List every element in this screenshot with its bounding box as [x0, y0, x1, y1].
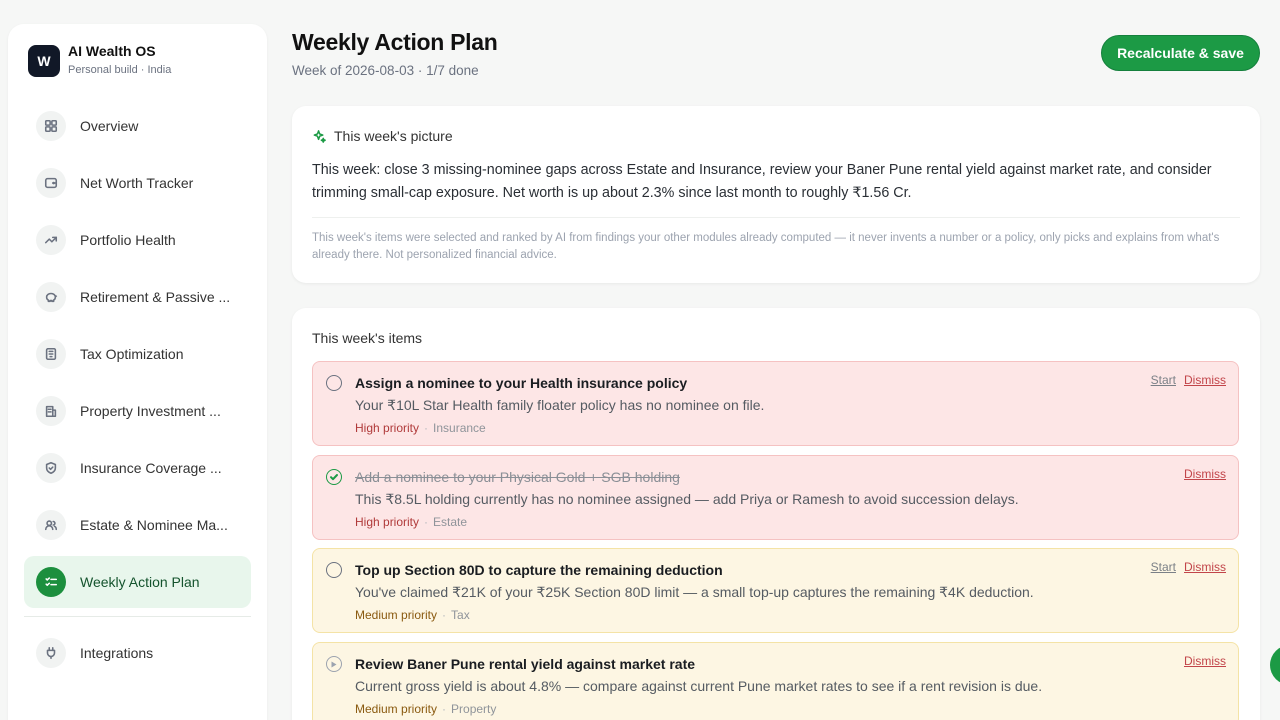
- category-label: Insurance: [433, 421, 486, 435]
- check-icon: [330, 474, 338, 481]
- sidebar-item-insurance-coverage[interactable]: Insurance Coverage ...: [24, 442, 251, 494]
- category-label: Estate: [433, 515, 468, 529]
- page-title: Weekly Action Plan: [292, 29, 498, 55]
- sidebar-item-integrations[interactable]: Integrations: [24, 627, 251, 679]
- items-section-title: This week's items: [312, 330, 423, 346]
- plug-icon: [36, 638, 66, 668]
- sidebar-item-label: Portfolio Health: [80, 232, 176, 248]
- sidebar-item-estate-nominee[interactable]: Estate & Nominee Ma...: [24, 499, 251, 551]
- item-title: Review Baner Pune rental yield against m…: [355, 656, 696, 672]
- sidebar-item-overview[interactable]: Overview: [24, 100, 251, 152]
- action-item: Top up Section 80D to capture the remain…: [312, 548, 1239, 633]
- item-title: Add a nominee to your Physical Gold + SG…: [355, 469, 680, 485]
- priority-label: Medium priority: [355, 608, 438, 622]
- item-checkbox-in-progress[interactable]: [326, 656, 342, 672]
- sidebar-item-property-investment[interactable]: Property Investment ...: [24, 385, 251, 437]
- weekly-items-card: This week's items Assign a nominee to yo…: [292, 308, 1260, 720]
- item-checkbox[interactable]: [326, 375, 342, 391]
- piggy-bank-icon: [36, 282, 66, 312]
- divider: [312, 217, 1240, 218]
- sidebar-item-weekly-action-plan[interactable]: Weekly Action Plan: [24, 556, 251, 608]
- item-description: You've claimed ₹21K of your ₹25K Section…: [355, 584, 1034, 600]
- sidebar-item-label: Integrations: [80, 645, 154, 661]
- sidebar-item-tax-optimization[interactable]: Tax Optimization: [24, 328, 251, 380]
- brand-logo: W: [28, 44, 60, 77]
- floating-action-button[interactable]: [1270, 645, 1280, 685]
- sidebar-nav: Overview Net Worth Tracker Portfolio Hea…: [24, 100, 251, 684]
- checklist-icon: [36, 567, 66, 597]
- category-label: Property: [451, 702, 497, 716]
- sidebar-item-label: Estate & Nominee Ma...: [80, 517, 228, 533]
- play-icon: [331, 661, 337, 667]
- item-description: Your ₹10L Star Health family floater pol…: [355, 397, 765, 413]
- sidebar-item-retirement[interactable]: Retirement & Passive ...: [24, 271, 251, 323]
- category-label: Tax: [451, 608, 470, 622]
- grid-icon: [36, 111, 66, 141]
- item-meta: Medium priority · Property: [355, 702, 496, 716]
- sidebar: W AI Wealth OS Personal build · India Ov…: [8, 24, 267, 720]
- picture-summary: This week: close 3 missing-nominee gaps …: [312, 162, 1212, 201]
- meta-separator: ·: [424, 421, 429, 435]
- brand: W AI Wealth OS Personal build · India: [28, 43, 171, 78]
- brand-name: AI Wealth OS: [68, 43, 156, 59]
- building-icon: [36, 396, 66, 426]
- meta-separator: ·: [442, 702, 447, 716]
- sidebar-item-label: Insurance Coverage ...: [80, 460, 222, 476]
- action-item: Add a nominee to your Physical Gold + SG…: [312, 455, 1239, 540]
- meta-separator: ·: [442, 608, 447, 622]
- sidebar-item-net-worth-tracker[interactable]: Net Worth Tracker: [24, 157, 251, 209]
- wallet-icon: [36, 168, 66, 198]
- item-title: Top up Section 80D to capture the remain…: [355, 562, 723, 578]
- recalculate-save-button[interactable]: Recalculate & save: [1101, 35, 1260, 71]
- dismiss-link[interactable]: Dismiss: [1184, 373, 1226, 387]
- priority-label: High priority: [355, 421, 420, 435]
- picture-title: This week's picture: [334, 128, 453, 144]
- item-description: Current gross yield is about 4.8% — comp…: [355, 678, 1043, 694]
- start-link[interactable]: Start: [1151, 560, 1176, 574]
- dismiss-link[interactable]: Dismiss: [1184, 467, 1226, 481]
- weekly-picture-card: This week's picture This week: close 3 m…: [292, 106, 1260, 283]
- sidebar-item-label: Net Worth Tracker: [80, 175, 194, 191]
- users-icon: [36, 510, 66, 540]
- start-link[interactable]: Start: [1151, 373, 1176, 387]
- trending-up-icon: [36, 225, 66, 255]
- action-item: Review Baner Pune rental yield against m…: [312, 642, 1239, 720]
- priority-label: Medium priority: [355, 702, 438, 716]
- sidebar-item-label: Retirement & Passive ...: [80, 289, 231, 305]
- page-subtitle: Week of 2026-08-03 · 1/7 done: [292, 63, 479, 78]
- item-description: This ₹8.5L holding currently has no nomi…: [355, 491, 1019, 507]
- nav-divider: [24, 616, 251, 617]
- item-title: Assign a nominee to your Health insuranc…: [355, 375, 688, 391]
- sparkles-icon: [313, 129, 326, 143]
- item-checkbox-done[interactable]: [326, 469, 342, 485]
- sidebar-item-label: Overview: [80, 118, 139, 134]
- item-meta: High priority · Insurance: [355, 421, 486, 435]
- brand-subtitle: Personal build · India: [68, 64, 172, 76]
- item-checkbox[interactable]: [326, 562, 342, 578]
- ai-disclaimer: This week's items were selected and rank…: [312, 232, 1220, 261]
- sidebar-item-label: Tax Optimization: [80, 346, 184, 362]
- item-meta: High priority · Estate: [355, 515, 467, 529]
- sidebar-item-portfolio-health[interactable]: Portfolio Health: [24, 214, 251, 266]
- action-item: Assign a nominee to your Health insuranc…: [312, 361, 1239, 446]
- shield-icon: [36, 453, 66, 483]
- sidebar-item-label: Property Investment ...: [80, 403, 221, 419]
- priority-label: High priority: [355, 515, 420, 529]
- sidebar-item-label: Weekly Action Plan: [80, 574, 200, 590]
- meta-separator: ·: [424, 515, 429, 529]
- receipt-icon: [36, 339, 66, 369]
- item-meta: Medium priority · Tax: [355, 608, 470, 622]
- dismiss-link[interactable]: Dismiss: [1184, 560, 1226, 574]
- dismiss-link[interactable]: Dismiss: [1184, 654, 1226, 668]
